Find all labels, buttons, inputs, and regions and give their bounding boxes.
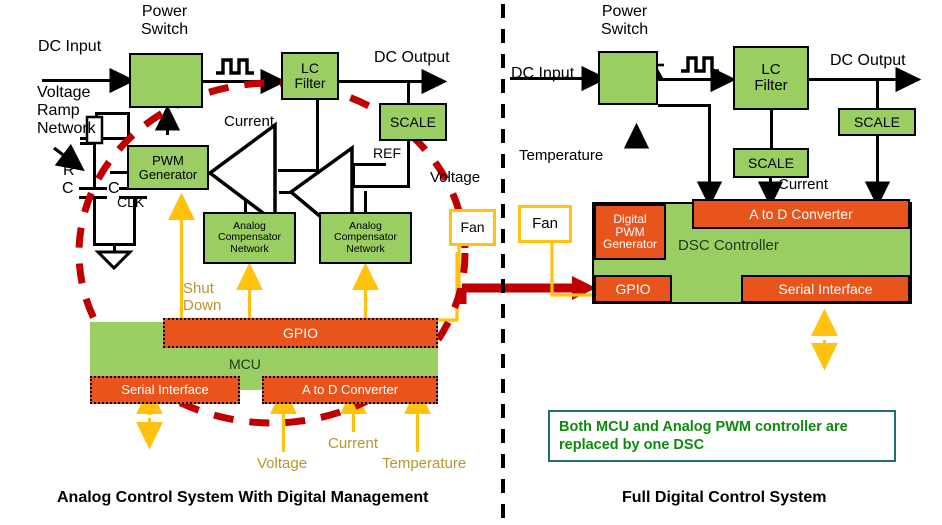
wire-switch-tap-right bbox=[658, 104, 710, 107]
block-pwm-generator-left[interactable]: PWM Generator bbox=[127, 145, 209, 190]
ground-symbol bbox=[94, 250, 134, 271]
label-voltage-bottom-left: Voltage bbox=[257, 455, 308, 472]
wire-lc-to-out-right bbox=[809, 78, 919, 81]
block-digital-pwm-generator-right[interactable]: Digital PWM Generator bbox=[594, 204, 666, 260]
wire-switch-tap-down-right bbox=[708, 104, 711, 182]
block-adc-right[interactable]: A to D Converter bbox=[692, 199, 910, 229]
label-shutdown: Shut Down bbox=[183, 280, 222, 314]
block-serial-interface-left[interactable]: Serial Interface bbox=[90, 376, 240, 404]
gold-wire-gpio-to-fan bbox=[437, 252, 459, 322]
label-clk: CLK bbox=[117, 194, 145, 210]
square-wave-symbol bbox=[216, 58, 254, 75]
block-analog-compensator-1[interactable]: Analog Compensator Network bbox=[203, 212, 296, 264]
block-power-switch-left[interactable] bbox=[129, 53, 203, 108]
label-voltage-ramp-network: Voltage Ramp Network bbox=[37, 84, 96, 137]
label-dsc-controller: DSC Controller bbox=[678, 237, 779, 254]
label-r: R bbox=[63, 162, 75, 179]
block-power-switch-right[interactable] bbox=[598, 51, 658, 105]
block-adc-left[interactable]: A to D Converter bbox=[262, 376, 438, 404]
label-current-bottom-left: Current bbox=[328, 435, 379, 452]
label-c1: C bbox=[62, 180, 74, 197]
wire-out-to-scale-right bbox=[876, 78, 879, 110]
label-dc-input-left: DC Input bbox=[38, 38, 102, 55]
block-gpio-left[interactable]: GPIO bbox=[163, 318, 438, 348]
wire-switch-to-lc-right bbox=[658, 78, 718, 81]
diagram-canvas: LC Filter SCALE PWM Generator Analog Com… bbox=[0, 0, 942, 525]
block-scale-current-right[interactable]: SCALE bbox=[733, 148, 809, 178]
square-wave-symbol-right bbox=[681, 56, 719, 73]
label-voltage-right-left: Voltage bbox=[430, 169, 481, 186]
label-current-right: Current bbox=[778, 176, 829, 193]
label-temperature-right: Temperature bbox=[519, 147, 604, 164]
block-analog-compensator-2[interactable]: Analog Compensator Network bbox=[319, 212, 412, 264]
label-dc-output-left: DC Output bbox=[374, 49, 450, 66]
block-gpio-right[interactable]: GPIO bbox=[594, 275, 672, 303]
label-mcu: MCU bbox=[229, 356, 261, 372]
label-ref-left: REF bbox=[373, 145, 401, 161]
label-power-switch-left: Power Switch bbox=[141, 3, 189, 38]
block-scale-output-right[interactable]: SCALE bbox=[838, 108, 916, 136]
label-dc-input-right: DC Input bbox=[511, 65, 575, 82]
caption-left: Analog Control System With Digital Manag… bbox=[57, 489, 429, 506]
block-lc-filter-right[interactable]: LC Filter bbox=[733, 46, 809, 110]
block-lc-filter-left[interactable]: LC Filter bbox=[281, 52, 339, 100]
block-fan-right[interactable]: Fan bbox=[518, 205, 572, 243]
caption-right: Full Digital Control System bbox=[622, 489, 827, 506]
label-temperature-bottom-left: Temperature bbox=[382, 455, 467, 472]
note-box: Both MCU and Analog PWM controller are r… bbox=[548, 410, 896, 463]
label-power-switch-right: Power Switch bbox=[601, 3, 649, 38]
label-current-top-left: Current bbox=[224, 113, 275, 130]
block-fan-left[interactable]: Fan bbox=[449, 209, 496, 246]
block-scale-left[interactable]: SCALE bbox=[379, 103, 447, 141]
opamp-current-triangle bbox=[207, 121, 277, 226]
wire-lc-to-scale-right bbox=[770, 110, 773, 150]
block-serial-interface-right[interactable]: Serial Interface bbox=[741, 275, 910, 303]
label-dc-output-right: DC Output bbox=[830, 52, 906, 69]
